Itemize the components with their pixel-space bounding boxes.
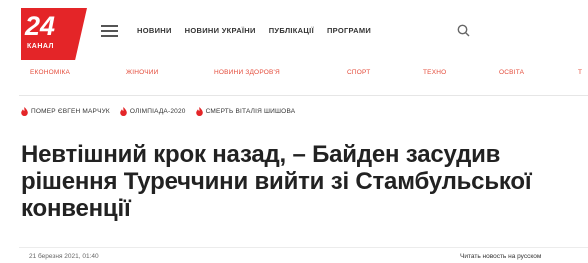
- section-economy[interactable]: ЕКОНОМІКА: [30, 69, 70, 76]
- fire-icon: [120, 107, 127, 116]
- fire-icon: [21, 107, 28, 116]
- article-date: 21 березня 2021, 01:40: [29, 253, 99, 260]
- search-icon[interactable]: [457, 24, 470, 37]
- section-women[interactable]: ЖІНОЧИЙ: [126, 69, 159, 76]
- nav-item-programs[interactable]: ПРОГРАМИ: [327, 26, 371, 35]
- logo-number: 24: [25, 11, 56, 41]
- section-sport[interactable]: СПОРТ: [347, 69, 370, 76]
- section-cut-off[interactable]: Т: [578, 69, 582, 76]
- article-title: Невтішний крок назад, – Байден засудив р…: [21, 141, 532, 222]
- trend-item[interactable]: СМЕРТЬ ВІТАЛІЯ ШИШОВА: [195, 107, 296, 116]
- fire-icon: [195, 107, 203, 116]
- divider: [19, 95, 588, 96]
- section-techno[interactable]: ТЕХНО: [423, 69, 446, 76]
- logo-subtitle: КАНАЛ: [27, 43, 54, 50]
- trend-link[interactable]: ОЛІМПІАДА-2020: [130, 108, 186, 115]
- menu-icon[interactable]: [101, 25, 118, 37]
- trend-item[interactable]: ПОМЕР ЄВГЕН МАРЧУК: [21, 107, 110, 116]
- trend-item[interactable]: ОЛІМПІАДА-2020: [120, 107, 186, 116]
- site-header: 24 КАНАЛ НОВИНИ НОВИНИ УКРАЇНИ ПУБЛІКАЦІ…: [0, 0, 588, 62]
- main-nav: НОВИНИ НОВИНИ УКРАЇНИ ПУБЛІКАЦІЇ ПРОГРАМ…: [137, 26, 371, 35]
- divider: [19, 247, 588, 248]
- section-education[interactable]: ОСВІТА: [499, 69, 524, 76]
- nav-item-news[interactable]: НОВИНИ: [137, 26, 172, 35]
- channel-24-logo[interactable]: 24 КАНАЛ: [21, 8, 87, 60]
- section-nav: ЕКОНОМІКА ЖІНОЧИЙ НОВИНИ ЗДОРОВ'Я СПОРТ …: [30, 69, 588, 81]
- trend-link[interactable]: ПОМЕР ЄВГЕН МАРЧУК: [31, 108, 110, 115]
- trending-tags: ПОМЕР ЄВГЕН МАРЧУК ОЛІМПІАДА-2020 СМЕРТЬ…: [21, 107, 295, 116]
- nav-item-publications[interactable]: ПУБЛІКАЦІЇ: [269, 26, 314, 35]
- section-health[interactable]: НОВИНИ ЗДОРОВ'Я: [214, 69, 280, 76]
- read-in-russian-link[interactable]: Читать новость на русском: [460, 253, 541, 260]
- nav-item-ukraine-news[interactable]: НОВИНИ УКРАЇНИ: [185, 26, 256, 35]
- trend-link[interactable]: СМЕРТЬ ВІТАЛІЯ ШИШОВА: [206, 108, 296, 115]
